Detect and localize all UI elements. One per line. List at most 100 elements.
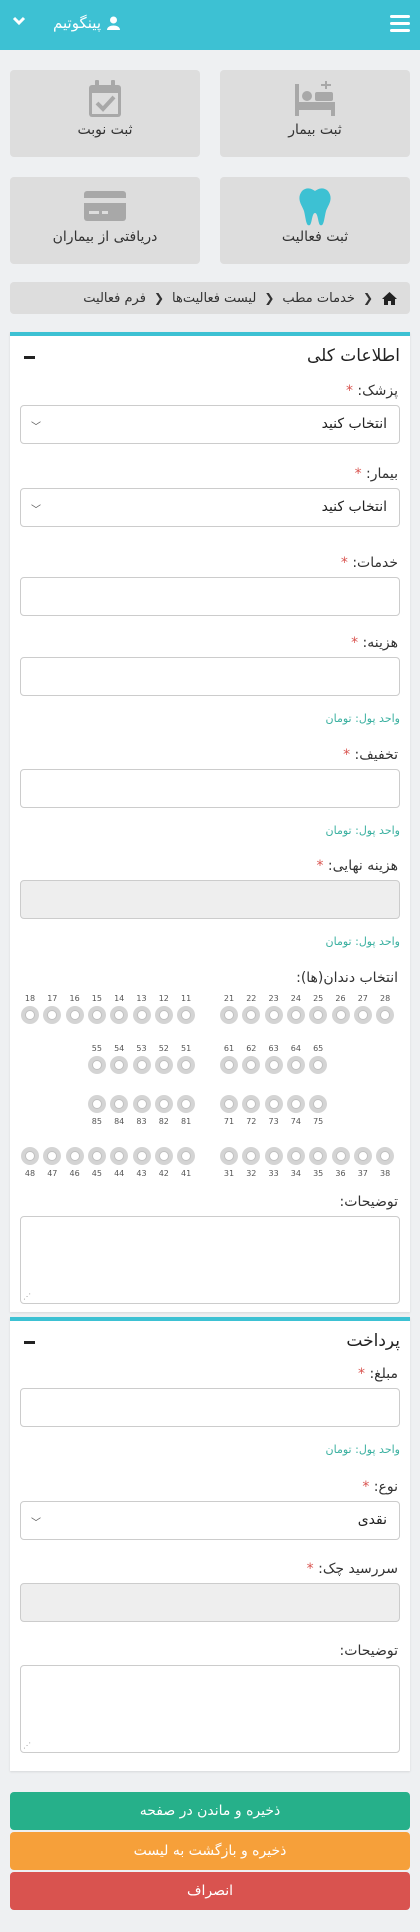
cost-input[interactable] xyxy=(20,657,400,696)
tooth-number: 71 xyxy=(223,1117,235,1126)
tooth-51-checkbox[interactable] xyxy=(177,1056,196,1074)
tooth-71-checkbox[interactable] xyxy=(220,1095,238,1113)
resize-handle[interactable]: ⋰ xyxy=(23,1292,31,1301)
tooth-14-checkbox[interactable] xyxy=(110,1006,129,1024)
tooth-number: 48 xyxy=(24,1169,36,1178)
tooth-number: 14 xyxy=(114,994,125,1003)
tooth-65-checkbox[interactable] xyxy=(309,1056,328,1074)
tooth-41-checkbox[interactable] xyxy=(177,1147,196,1165)
doctor-label: پزشک: * xyxy=(345,383,398,399)
tooth-52-checkbox[interactable] xyxy=(154,1056,173,1074)
tooth-62-checkbox[interactable] xyxy=(242,1056,261,1074)
tooth-75-checkbox[interactable] xyxy=(309,1095,328,1113)
tooth-24-checkbox[interactable] xyxy=(286,1006,305,1024)
tooth-74-checkbox[interactable] xyxy=(286,1095,305,1113)
tooth-38-checkbox[interactable] xyxy=(376,1147,395,1165)
tooth-47-checkbox[interactable] xyxy=(43,1147,62,1165)
doctor-select[interactable]: انتخاب کنید ﹀ xyxy=(20,405,400,444)
tooth-number: 28 xyxy=(380,994,391,1003)
tooth-82-checkbox[interactable] xyxy=(154,1095,173,1113)
payment-notes-textarea[interactable]: ⋰ xyxy=(20,1665,400,1753)
tooth-61-checkbox[interactable] xyxy=(220,1056,238,1074)
tooth-21-checkbox[interactable] xyxy=(220,1006,238,1024)
user-menu[interactable]: پینگوتیم xyxy=(53,14,120,32)
tooth-54-checkbox[interactable] xyxy=(110,1056,129,1074)
tooth-number: 12 xyxy=(158,994,169,1003)
tooth-11-checkbox[interactable] xyxy=(177,1006,196,1024)
patient-select[interactable]: انتخاب کنید ﹀ xyxy=(20,488,400,527)
tooth-number: 35 xyxy=(313,1169,324,1178)
tooth-number: 84 xyxy=(114,1117,125,1126)
tooth-34-checkbox[interactable] xyxy=(286,1147,305,1165)
tooth-number: 36 xyxy=(335,1169,346,1178)
tooth-number: 16 xyxy=(69,994,80,1003)
tooth-37-checkbox[interactable] xyxy=(353,1147,372,1165)
tooth-27-checkbox[interactable] xyxy=(353,1006,372,1024)
tile-register-appointment[interactable]: ثبت نوبت xyxy=(10,70,200,157)
tooth-48-checkbox[interactable] xyxy=(21,1147,39,1165)
user-icon xyxy=(107,16,120,30)
save-stay-button[interactable]: ذخیره و ماندن در صفحه xyxy=(10,1792,410,1830)
final-cost-input xyxy=(20,880,400,919)
home-icon[interactable] xyxy=(381,291,398,306)
cancel-button[interactable]: انصراف xyxy=(10,1872,410,1910)
tooth-32-checkbox[interactable] xyxy=(242,1147,261,1165)
panel-title: پرداخت xyxy=(346,1331,400,1351)
tooth-25-checkbox[interactable] xyxy=(309,1006,328,1024)
tooth-13-checkbox[interactable] xyxy=(132,1006,151,1024)
tooth-85-checkbox[interactable] xyxy=(87,1095,106,1113)
discount-input[interactable] xyxy=(20,769,400,808)
notes-textarea[interactable]: ⋰ xyxy=(20,1216,400,1304)
calendar-check-icon xyxy=(89,80,121,117)
tooth-55-checkbox[interactable] xyxy=(87,1056,106,1074)
save-back-button[interactable]: ذخیره و بازگشت به لیست xyxy=(10,1832,410,1870)
tooth-53-checkbox[interactable] xyxy=(132,1056,151,1074)
tooth-46-checkbox[interactable] xyxy=(65,1147,84,1165)
tooth-15-checkbox[interactable] xyxy=(87,1006,106,1024)
tooth-18-checkbox[interactable] xyxy=(21,1006,39,1024)
breadcrumb-item[interactable]: لیست فعالیت‌ها xyxy=(172,291,256,306)
tooth-73-checkbox[interactable] xyxy=(264,1095,283,1113)
chevron-down-icon[interactable] xyxy=(12,16,26,26)
hamburger-icon[interactable] xyxy=(390,15,410,33)
tooth-45-checkbox[interactable] xyxy=(87,1147,106,1165)
tooth-81-checkbox[interactable] xyxy=(177,1095,196,1113)
tooth-number: 26 xyxy=(335,994,346,1003)
tooth-35-checkbox[interactable] xyxy=(309,1147,328,1165)
tooth-43-checkbox[interactable] xyxy=(132,1147,151,1165)
tooth-22-checkbox[interactable] xyxy=(242,1006,261,1024)
tooth-23-checkbox[interactable] xyxy=(264,1006,283,1024)
tooth-64-checkbox[interactable] xyxy=(286,1056,305,1074)
type-select[interactable]: نقدی ﹀ xyxy=(20,1501,400,1540)
tooth-28-checkbox[interactable] xyxy=(376,1006,395,1024)
tile-register-activity[interactable]: ثبت فعالیت xyxy=(220,177,410,264)
breadcrumb-item[interactable]: خدمات مطب xyxy=(282,291,355,306)
tooth-16-checkbox[interactable] xyxy=(65,1006,84,1024)
amount-input[interactable] xyxy=(20,1388,400,1427)
breadcrumb: ❮ خدمات مطب ❮ لیست فعالیت‌ها ❮ فرم فعالی… xyxy=(10,282,410,314)
services-input[interactable] xyxy=(20,577,400,616)
tooth-42-checkbox[interactable] xyxy=(154,1147,173,1165)
tooth-84-checkbox[interactable] xyxy=(110,1095,129,1113)
teeth-label: انتخاب دندان(ها): xyxy=(296,970,398,986)
tooth-12-checkbox[interactable] xyxy=(154,1006,173,1024)
tooth-31-checkbox[interactable] xyxy=(220,1147,238,1165)
tooth-33-checkbox[interactable] xyxy=(264,1147,283,1165)
tile-patient-payments[interactable]: دریافتی از بیماران xyxy=(10,177,200,264)
tooth-number: 47 xyxy=(47,1169,58,1178)
tooth-44-checkbox[interactable] xyxy=(110,1147,129,1165)
tile-register-patient[interactable]: ثبت بیمار xyxy=(220,70,410,157)
tooth-63-checkbox[interactable] xyxy=(264,1056,283,1074)
resize-handle[interactable]: ⋰ xyxy=(23,1741,31,1750)
tooth-72-checkbox[interactable] xyxy=(242,1095,261,1113)
collapse-button[interactable] xyxy=(24,356,35,359)
tooth-83-checkbox[interactable] xyxy=(132,1095,151,1113)
tooth-26-checkbox[interactable] xyxy=(331,1006,350,1024)
bed-icon xyxy=(295,81,335,116)
tooth-number: 55 xyxy=(91,1044,102,1053)
tooth-number: 37 xyxy=(357,1169,368,1178)
tooth-36-checkbox[interactable] xyxy=(331,1147,350,1165)
tooth-17-checkbox[interactable] xyxy=(43,1006,62,1024)
collapse-button[interactable] xyxy=(24,1341,35,1344)
tooth-number: 45 xyxy=(91,1169,102,1178)
